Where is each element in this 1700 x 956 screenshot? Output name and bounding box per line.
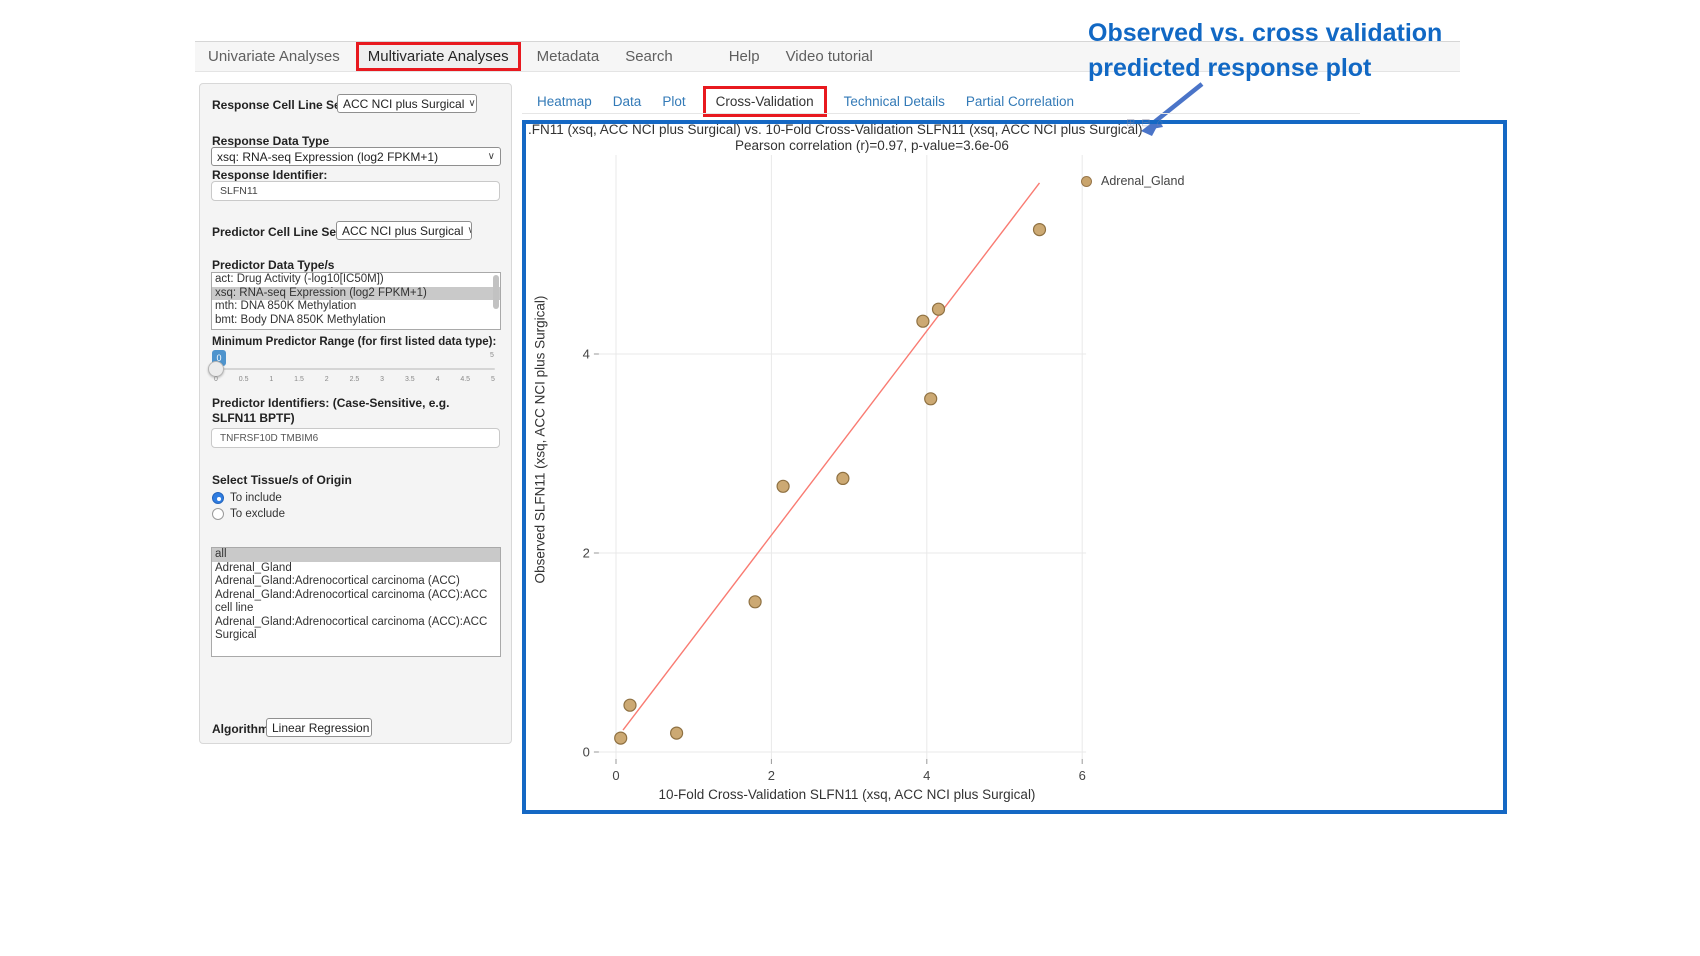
x-tick-label: 2: [768, 768, 775, 783]
data-point[interactable]: [917, 315, 929, 327]
data-point[interactable]: [925, 393, 937, 405]
slider-tick-label: 0: [214, 376, 218, 383]
y-tick-label: 2: [583, 546, 590, 561]
predictor-data-types-label: Predictor Data Type/s: [212, 258, 334, 272]
slider-tick-label: 0.5: [239, 376, 249, 383]
slider-tick-label: 4.5: [460, 376, 470, 383]
response-data-type-select[interactable]: xsq: RNA-seq Expression (log2 FPKM+1) ∨: [211, 147, 501, 166]
response-identifier-value: SLFN11: [220, 185, 258, 197]
results-tab-bar: Heatmap Data Plot Cross-Validation Technical…: [537, 88, 1074, 114]
algorithm-select[interactable]: Linear Regression ∨: [266, 718, 372, 737]
radio-button-icon[interactable]: [212, 508, 224, 520]
algorithm-label: Algorithm: [212, 722, 269, 736]
response-data-type-value: xsq: RNA-seq Expression (log2 FPKM+1): [217, 150, 438, 164]
slider-tick-label: 1: [269, 376, 273, 383]
x-tick-label: 6: [1079, 768, 1086, 783]
response-identifier-input[interactable]: SLFN11: [211, 181, 500, 201]
nav-item-metadata[interactable]: Metadata: [524, 48, 613, 65]
data-point[interactable]: [933, 303, 945, 315]
tab-cross-validation[interactable]: Cross-Validation: [703, 86, 827, 117]
slider-max-label: 5: [490, 352, 494, 359]
list-option-all[interactable]: all: [212, 548, 500, 562]
tab-divider: [522, 113, 1360, 114]
list-option-bmt-body-dna-850k-methylation[interactable]: bmt: Body DNA 850K Methylation: [212, 314, 500, 328]
slider-tick-label: 1.5: [294, 376, 304, 383]
predictor-cell-line-set-value: ACC NCI plus Surgical: [342, 224, 463, 238]
radio-label: To exclude: [230, 508, 285, 520]
range-slider-track[interactable]: [214, 368, 495, 370]
nav-item-univariate-analyses[interactable]: Univariate Analyses: [195, 48, 353, 65]
plot-legend[interactable]: Adrenal_Gland: [1081, 174, 1184, 188]
cross-validation-scatter-plot[interactable]: 0 2 4 6 0 2 4: [525, 124, 1504, 810]
radio-to-exclude[interactable]: To exclude: [212, 506, 412, 522]
tissue-origin-radio-group: To include To exclude: [212, 490, 412, 522]
legend-marker-icon: [1081, 176, 1092, 187]
nav-item-help[interactable]: Help: [716, 48, 773, 65]
data-point[interactable]: [777, 480, 789, 492]
tab-heatmap[interactable]: Heatmap: [537, 94, 592, 109]
data-point[interactable]: [671, 727, 683, 739]
slider-tick-label: 2: [325, 376, 329, 383]
data-point[interactable]: [749, 596, 761, 608]
slider-tick-label: 4: [436, 376, 440, 383]
analysis-settings-panel: Response Cell Line Set ACC NCI plus Surg…: [199, 83, 512, 744]
list-option-adrenal-gland-adrenocortical-carcinoma-a[interactable]: Adrenal_Gland:Adrenocortical carcinoma (…: [212, 575, 500, 589]
y-tick-label: 4: [583, 347, 590, 362]
response-cell-line-set-value: ACC NCI plus Surgical: [343, 97, 464, 111]
response-identifier-label: Response Identifier:: [212, 168, 327, 182]
data-point[interactable]: [1034, 224, 1046, 236]
nav-item-video-tutorial[interactable]: Video tutorial: [773, 48, 886, 65]
predictor-cell-line-set-label: Predictor Cell Line Set: [212, 225, 340, 239]
regression-line: [623, 183, 1040, 730]
predictor-identifiers-value: TNFRSF10D TMBIM6: [220, 433, 318, 444]
nav-item-search[interactable]: Search: [612, 48, 686, 65]
response-cell-line-set-label: Response Cell Line Set: [212, 98, 345, 112]
list-option-mth-dna-850k-methylation[interactable]: mth: DNA 850K Methylation: [212, 300, 500, 314]
scrollbar[interactable]: [493, 275, 499, 309]
legend-label: Adrenal_Gland: [1101, 174, 1184, 188]
y-tick-label: 0: [583, 745, 590, 760]
slider-tick-label: 3.5: [405, 376, 415, 383]
list-option-adrenal-gland-adrenocortical-carcinoma-a[interactable]: Adrenal_Gland:Adrenocortical carcinoma (…: [212, 616, 500, 643]
slider-tick-labels: 0 0.5 1 1.5 2 2.5 3 3.5 4 4.5 5: [214, 376, 495, 383]
algorithm-value: Linear Regression: [272, 721, 369, 735]
annotation-line1: Observed vs. cross validation: [1088, 16, 1568, 51]
response-data-type-label: Response Data Type: [212, 134, 329, 148]
list-option-act-drug-activity-log10-ic50m[interactable]: act: Drug Activity (-log10[IC50M]): [212, 273, 500, 287]
list-option-adrenal-gland[interactable]: Adrenal_Gland: [212, 562, 500, 576]
slider-tick-label: 3: [380, 376, 384, 383]
radio-to-include[interactable]: To include: [212, 490, 412, 506]
range-slider-handle[interactable]: [208, 361, 224, 377]
tab-partial-correlation[interactable]: Partial Correlation: [966, 94, 1074, 109]
data-point[interactable]: [624, 699, 636, 711]
tab-technical-details[interactable]: Technical Details: [844, 94, 945, 109]
chevron-down-icon: ∨: [467, 225, 472, 236]
predictor-cell-line-set-select[interactable]: ACC NCI plus Surgical ∨: [336, 221, 472, 240]
tissue-listbox[interactable]: allAdrenal_GlandAdrenal_Gland:Adrenocort…: [211, 547, 501, 657]
response-cell-line-set-select[interactable]: ACC NCI plus Surgical ∨: [337, 94, 477, 113]
slider-tick-label: 5: [491, 376, 495, 383]
predictor-identifiers-label: Predictor Identifiers: (Case-Sensitive, …: [212, 396, 492, 426]
slider-tick-label: 2.5: [350, 376, 360, 383]
x-tick-label: 4: [923, 768, 930, 783]
nav-item-multivariate-analyses[interactable]: Multivariate Analyses: [356, 42, 521, 71]
data-point[interactable]: [837, 472, 849, 484]
chevron-down-icon: ∨: [468, 98, 475, 109]
radio-button-icon[interactable]: [212, 492, 224, 504]
list-option-xsq-rna-seq-expression-log2-fpkm-1[interactable]: xsq: RNA-seq Expression (log2 FPKM+1): [212, 287, 500, 301]
tab-plot[interactable]: Plot: [662, 94, 685, 109]
predictor-identifiers-input[interactable]: TNFRSF10D TMBIM6: [211, 428, 500, 448]
list-option-adrenal-gland-adrenocortical-carcinoma-a[interactable]: Adrenal_Gland:Adrenocortical carcinoma (…: [212, 589, 500, 616]
tissue-origin-label: Select Tissue/s of Origin: [212, 473, 352, 487]
min-predictor-range-label: Minimum Predictor Range (for first liste…: [212, 336, 496, 348]
data-point[interactable]: [615, 732, 627, 744]
radio-label: To include: [230, 492, 282, 504]
predictor-data-types-listbox[interactable]: act: Drug Activity (-log10[IC50M])xsq: R…: [211, 272, 501, 330]
tab-data[interactable]: Data: [613, 94, 642, 109]
chevron-down-icon: ∨: [488, 151, 495, 162]
x-tick-label: 0: [612, 768, 619, 783]
